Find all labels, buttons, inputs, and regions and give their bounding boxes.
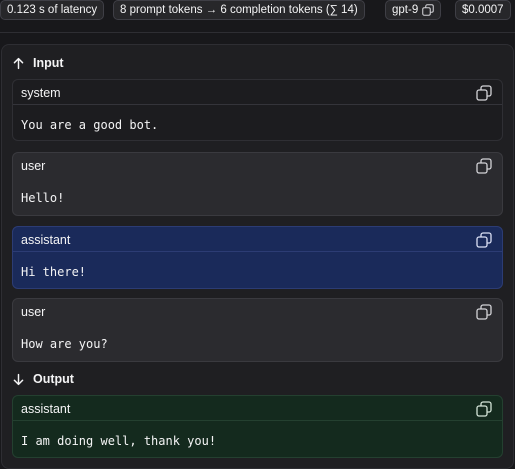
- copy-icon[interactable]: [476, 158, 492, 174]
- arrow-down-icon: [13, 373, 24, 385]
- input-section-header[interactable]: Input: [12, 56, 64, 70]
- copy-icon[interactable]: [476, 232, 492, 248]
- message-role: assistant: [21, 233, 71, 247]
- input-section-title: Input: [33, 56, 64, 70]
- message-user: user How are you?: [12, 298, 503, 362]
- message-content: I am doing well, thank you!: [21, 434, 217, 448]
- message-content: Hi there!: [21, 265, 87, 279]
- conversation-panel: Input system You are a good bot. user He…: [1, 44, 514, 469]
- message-role: assistant: [21, 402, 71, 416]
- token-count-text: 8 prompt tokens → 6 completion tokens (∑…: [120, 4, 358, 16]
- message-role: system: [21, 86, 61, 100]
- message-divider: [13, 104, 502, 105]
- message-role: user: [21, 159, 46, 173]
- message-divider: [13, 420, 502, 421]
- copy-icon[interactable]: [476, 401, 492, 417]
- message-role: user: [21, 305, 46, 319]
- copy-icon[interactable]: [476, 85, 492, 101]
- output-section-title: Output: [33, 372, 74, 386]
- output-message-assistant: assistant I am doing well, thank you!: [12, 395, 503, 458]
- cost-badge: $0.0007: [455, 0, 511, 20]
- message-content: Hello!: [21, 191, 65, 205]
- model-name: gpt-9: [392, 4, 419, 16]
- latency-text: 0.123 s of latency: [7, 4, 98, 16]
- message-user: user Hello!: [12, 152, 503, 216]
- arrow-up-icon: [13, 57, 24, 69]
- message-content: How are you?: [21, 337, 108, 351]
- model-badge[interactable]: gpt-9: [385, 0, 442, 20]
- metrics-bar: 0.123 s of latency 8 prompt tokens → 6 c…: [0, 0, 515, 20]
- token-count-badge: 8 prompt tokens → 6 completion tokens (∑…: [113, 0, 365, 20]
- output-section-header[interactable]: Output: [12, 372, 74, 386]
- message-system: system You are a good bot.: [12, 79, 503, 141]
- message-content: You are a good bot.: [21, 118, 159, 132]
- copy-icon[interactable]: [476, 304, 492, 320]
- message-divider: [13, 251, 502, 252]
- latency-badge: 0.123 s of latency: [0, 0, 105, 20]
- cost-text: $0.0007: [462, 4, 504, 16]
- divider: [0, 32, 515, 33]
- copy-icon[interactable]: [422, 4, 434, 16]
- message-assistant: assistant Hi there!: [12, 226, 503, 289]
